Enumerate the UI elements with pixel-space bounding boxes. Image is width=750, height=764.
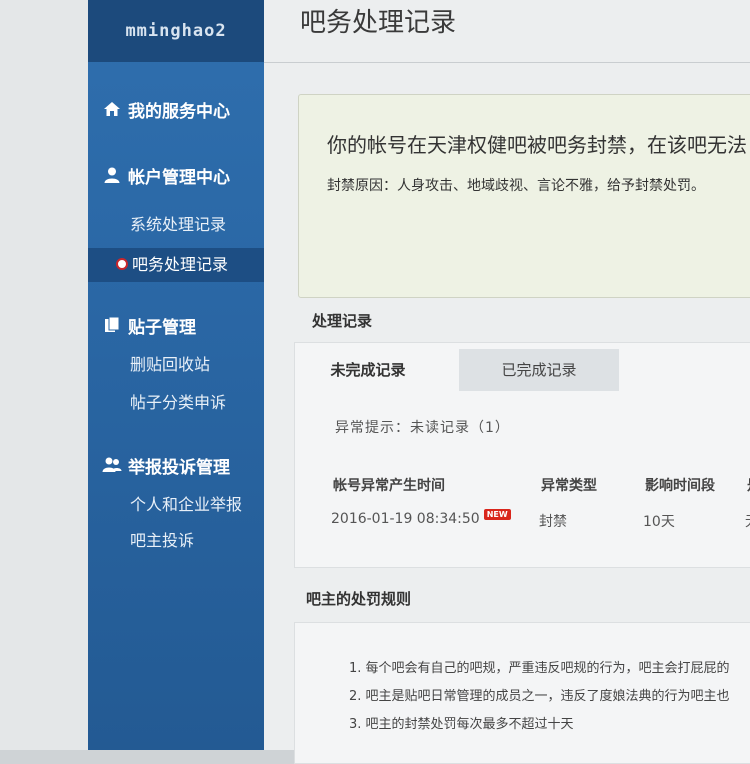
sidebar-head-label: 贴子管理 — [128, 317, 196, 338]
sidebar-section-posts: 贴子管理 删贴回收站 帖子分类申诉 — [88, 310, 264, 420]
sidebar-item-label: 删贴回收站 — [130, 355, 211, 374]
page-margin — [0, 0, 88, 750]
rules-panel: 1. 每个吧会有自己的吧规，严重违反吧规的行为，吧主会打屁屁的 2. 吧主是贴吧… — [294, 622, 750, 764]
sidebar-item-label: 系统处理记录 — [130, 215, 227, 234]
record-duration: 10天 — [643, 514, 675, 530]
ban-notice: 你的帐号在天津权健吧被吧务封禁，在该吧无法 封禁原因：人身攻击、地域歧视、言论不… — [298, 94, 750, 298]
sidebar-item-recycle-bin[interactable]: 删贴回收站 — [88, 348, 264, 382]
ban-notice-message: 你的帐号在天津权健吧被吧务封禁，在该吧无法 — [327, 133, 747, 157]
records-title: 处理记录 — [312, 312, 373, 330]
column-header-time: 帐号异常产生时间 — [333, 478, 445, 494]
rule-item: 3. 吧主的封禁处罚每次最多不超过十天 — [349, 717, 574, 732]
sidebar: mminghao2 我的服务中心 帐户管理中心 系统处理记录 吧务处理记录 贴子… — [88, 0, 264, 750]
tab-incomplete[interactable]: 未完成记录 — [303, 349, 433, 391]
sidebar-item-label: 个人和企业举报 — [130, 495, 243, 514]
column-header-duration: 影响时间段 — [645, 478, 715, 494]
sidebar-item-complaint[interactable]: 吧主投诉 — [88, 524, 264, 558]
ban-reason: 封禁原因：人身攻击、地域歧视、言论不雅，给予封禁处罚。 — [327, 178, 705, 194]
rule-item: 2. 吧主是贴吧日常管理的成员之一，违反了度娘法典的行为吧主也 — [349, 689, 730, 704]
tab-completed[interactable]: 已完成记录 — [459, 349, 619, 391]
column-header-type: 异常类型 — [541, 478, 597, 494]
sidebar-head-service[interactable]: 我的服务中心 — [88, 94, 264, 124]
sidebar-item-report[interactable]: 个人和企业举报 — [88, 488, 264, 522]
sidebar-item-post-appeal[interactable]: 帖子分类申诉 — [88, 386, 264, 420]
sidebar-item-system-records[interactable]: 系统处理记录 — [88, 208, 264, 242]
unread-hint: 异常提示：未读记录（1） — [335, 420, 510, 436]
new-badge: NEW — [483, 509, 511, 520]
sidebar-head-report[interactable]: 举报投诉管理 — [88, 450, 264, 480]
sidebar-section-account: 帐户管理中心 系统处理记录 吧务处理记录 — [88, 160, 264, 282]
sidebar-section-report: 举报投诉管理 个人和企业举报 吧主投诉 — [88, 450, 264, 558]
sidebar-section-service: 我的服务中心 — [88, 94, 264, 124]
sidebar-head-label: 帐户管理中心 — [128, 167, 230, 188]
sidebar-item-label: 吧务处理记录 — [132, 255, 229, 274]
sidebar-head-account[interactable]: 帐户管理中心 — [88, 160, 264, 190]
rules-title: 吧主的处罚规则 — [306, 590, 412, 608]
record-type: 封禁 — [539, 514, 567, 530]
page-title: 吧务处理记录 — [300, 8, 457, 38]
rule-item: 1. 每个吧会有自己的吧规，严重违反吧规的行为，吧主会打屁屁的 — [349, 661, 730, 676]
title-divider — [264, 62, 750, 63]
document-icon — [102, 315, 122, 335]
sidebar-item-label: 帖子分类申诉 — [130, 393, 227, 412]
home-icon — [102, 99, 122, 119]
sidebar-item-bar-records[interactable]: 吧务处理记录 — [88, 248, 264, 282]
user-icon — [102, 165, 122, 185]
main-content: 吧务处理记录 你的帐号在天津权健吧被吧务封禁，在该吧无法 封禁原因：人身攻击、地… — [264, 0, 750, 764]
sidebar-head-label: 举报投诉管理 — [128, 457, 230, 478]
record-extra: 无 — [745, 511, 750, 531]
active-indicator-icon — [116, 257, 128, 270]
sidebar-head-posts[interactable]: 贴子管理 — [88, 310, 264, 340]
table-row-time[interactable]: 2016-01-19 08:34:50 NEW — [331, 509, 511, 527]
record-time: 2016-01-19 08:34:50 — [331, 511, 480, 527]
records-panel: 未完成记录 已完成记录 异常提示：未读记录（1） 帐号异常产生时间 异常类型 影… — [294, 342, 750, 568]
sidebar-head-label: 我的服务中心 — [128, 101, 230, 122]
username: mminghao2 — [88, 0, 264, 62]
users-icon — [102, 455, 122, 475]
sidebar-item-label: 吧主投诉 — [130, 531, 195, 550]
